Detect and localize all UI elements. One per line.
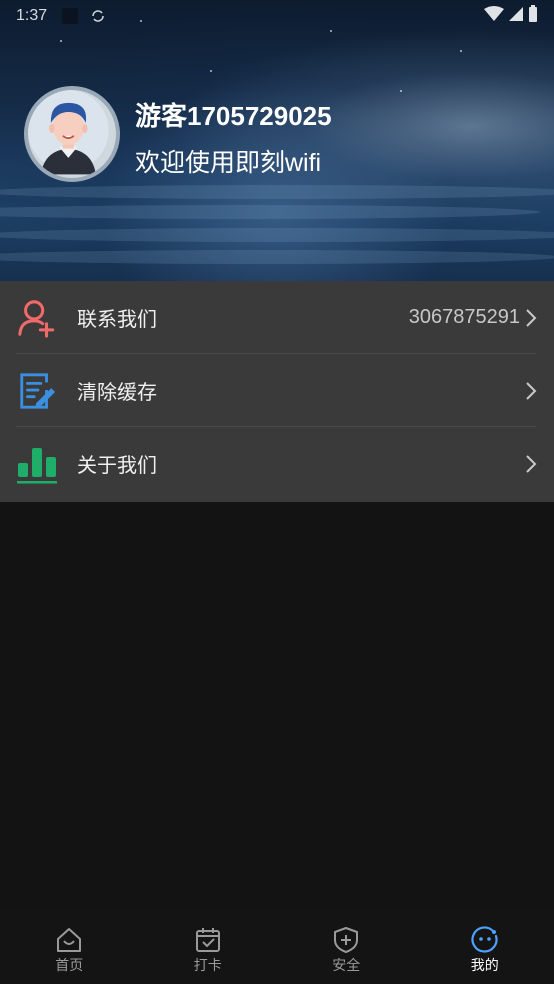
avatar[interactable]: [24, 86, 120, 182]
wave-decoration: [0, 205, 540, 219]
nav-tab-mine[interactable]: 我的: [416, 910, 554, 984]
chevron-right-icon: [524, 380, 538, 402]
settings-menu: 联系我们 3067875291 清除缓存 关于我们: [0, 281, 554, 502]
welcome-message: 欢迎使用即刻wifi: [135, 149, 322, 177]
bottom-navigation: 首页 打卡 安全 我的: [0, 910, 554, 984]
star-decoration: [460, 50, 462, 52]
battery-icon: [528, 4, 538, 28]
username: 游客1705729025: [135, 101, 332, 131]
face-icon: [471, 925, 498, 953]
bar-chart-icon: [16, 443, 58, 485]
nav-tab-checkin[interactable]: 打卡: [139, 910, 278, 984]
wave-decoration: [0, 185, 554, 199]
nav-label: 我的: [470, 956, 499, 973]
add-contact-icon: [16, 297, 58, 339]
chevron-right-icon: [524, 453, 538, 475]
cell-signal-icon: [508, 6, 524, 27]
star-decoration: [400, 90, 402, 92]
contact-qq-number: 3067875291: [408, 306, 520, 328]
nav-label: 首页: [55, 956, 84, 973]
shield-plus-icon: [334, 926, 359, 953]
user-avatar-icon: [28, 90, 109, 175]
home-icon: [57, 927, 82, 952]
nav-tab-security[interactable]: 安全: [277, 910, 416, 984]
status-bar: 1:37: [0, 0, 554, 32]
edit-note-icon: [16, 370, 58, 412]
profile-header: 1:37 游客1705729025 欢迎使用即刻wifi: [0, 0, 554, 281]
wifi-signal-icon: [484, 5, 504, 27]
nav-tab-home[interactable]: 首页: [0, 910, 139, 984]
menu-item-label: 联系我们: [77, 309, 157, 331]
star-decoration: [60, 40, 62, 42]
nav-label: 安全: [332, 956, 361, 973]
menu-item-label: 清除缓存: [77, 382, 157, 404]
wave-decoration: [0, 250, 554, 264]
calendar-check-icon: [195, 927, 220, 952]
star-decoration: [210, 70, 212, 72]
nav-label: 打卡: [193, 956, 222, 973]
app-notification-icon: [61, 7, 79, 25]
menu-item-about-us[interactable]: 关于我们: [0, 427, 554, 500]
status-time: 1:37: [16, 7, 48, 24]
menu-item-clear-cache[interactable]: 清除缓存: [0, 354, 554, 427]
menu-item-contact-us[interactable]: 联系我们 3067875291: [0, 281, 554, 354]
sync-icon: [89, 7, 107, 25]
wave-decoration: [0, 228, 554, 242]
menu-item-label: 关于我们: [77, 455, 157, 477]
chevron-right-icon: [524, 307, 538, 329]
